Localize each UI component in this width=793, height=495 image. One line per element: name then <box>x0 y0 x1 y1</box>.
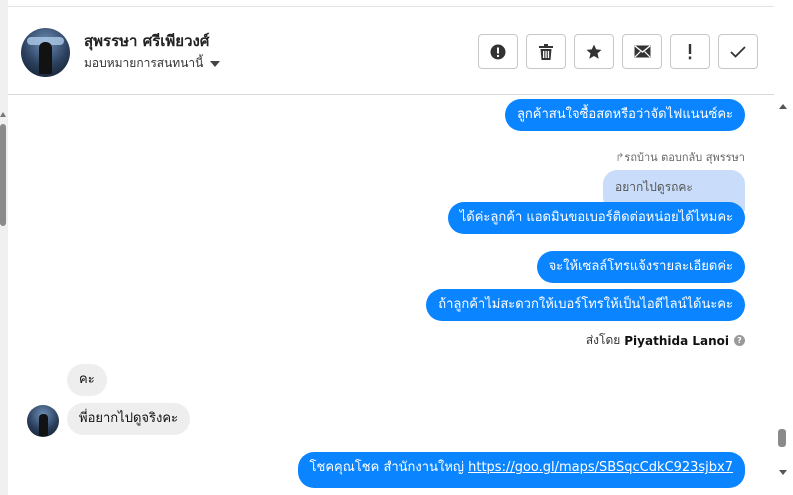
outgoing-message: จะให้เซลล์โทรแจ้งรายละเอียดค่ะ <box>536 251 745 283</box>
scroll-up-arrow-icon[interactable] <box>0 112 6 117</box>
star-icon <box>586 44 602 59</box>
sent-by-label: ส่งโดย Piyathida Lanoi ? <box>586 331 745 350</box>
checkmark-icon <box>730 45 746 58</box>
delete-button[interactable] <box>526 34 566 69</box>
left-scrollbar[interactable] <box>0 0 8 495</box>
reply-note: ↱รถบ้าน ตอบกลับ สุพรรษา <box>615 151 745 164</box>
mark-done-button[interactable] <box>718 34 758 69</box>
outgoing-message: ลูกค้าสนใจซื้อสดหรือว่าจัดไฟแนนซ์คะ <box>504 99 745 131</box>
scrollbar-thumb[interactable] <box>0 124 6 226</box>
exclamation-icon <box>688 43 692 59</box>
outgoing-message: ได้ค่ะลูกค้า แอดมินขอเบอร์ติดต่อหน่อยได้… <box>447 202 745 234</box>
message-text: โชคคุณโชค สำนักงานใหญ่ <box>309 460 464 475</box>
scrollbar-thumb[interactable] <box>778 429 786 447</box>
important-button[interactable] <box>670 34 710 69</box>
scroll-down-arrow-icon[interactable] <box>779 470 787 475</box>
assign-label: มอบหมายการสนทนานี้ <box>84 56 204 70</box>
map-link[interactable]: https://goo.gl/maps/SBSqcCdkC923sjbx7 <box>468 460 733 475</box>
assign-conversation-dropdown[interactable]: มอบหมายการสนทนานี้ <box>84 54 221 73</box>
star-button[interactable] <box>574 34 614 69</box>
avatar[interactable] <box>27 405 59 437</box>
alert-button[interactable] <box>478 34 518 69</box>
mail-button[interactable] <box>622 34 662 69</box>
conversation-header: สุพรรษา ศรีเพียวงศ์ มอบหมายการสนทนานี้ <box>8 6 774 95</box>
outgoing-message: โชคคุณโชค สำนักงานใหญ่ https://goo.gl/ma… <box>297 452 745 488</box>
help-icon[interactable]: ? <box>734 335 745 346</box>
envelope-icon <box>634 45 650 58</box>
incoming-message: คะ <box>67 364 107 396</box>
scroll-up-arrow-icon[interactable] <box>779 104 787 109</box>
caret-down-icon <box>210 60 221 67</box>
avatar[interactable] <box>21 28 70 77</box>
right-scrollbar[interactable] <box>774 96 793 495</box>
outgoing-message: ถ้าลูกค้าไม่สะดวกให้เบอร์โทรให้เป็นไอดีไ… <box>426 289 745 321</box>
contact-name: สุพรรษา ศรีเพียวงศ์ <box>84 32 210 50</box>
conversation-window: สุพรรษา ศรีเพียวงศ์ มอบหมายการสนทนานี้ ล… <box>0 0 793 495</box>
incoming-message: พี่อยากไปดูจริงคะ <box>67 403 191 435</box>
trash-icon <box>539 43 553 60</box>
sender-name: Piyathida Lanoi <box>624 333 729 348</box>
alert-icon <box>490 44 506 59</box>
